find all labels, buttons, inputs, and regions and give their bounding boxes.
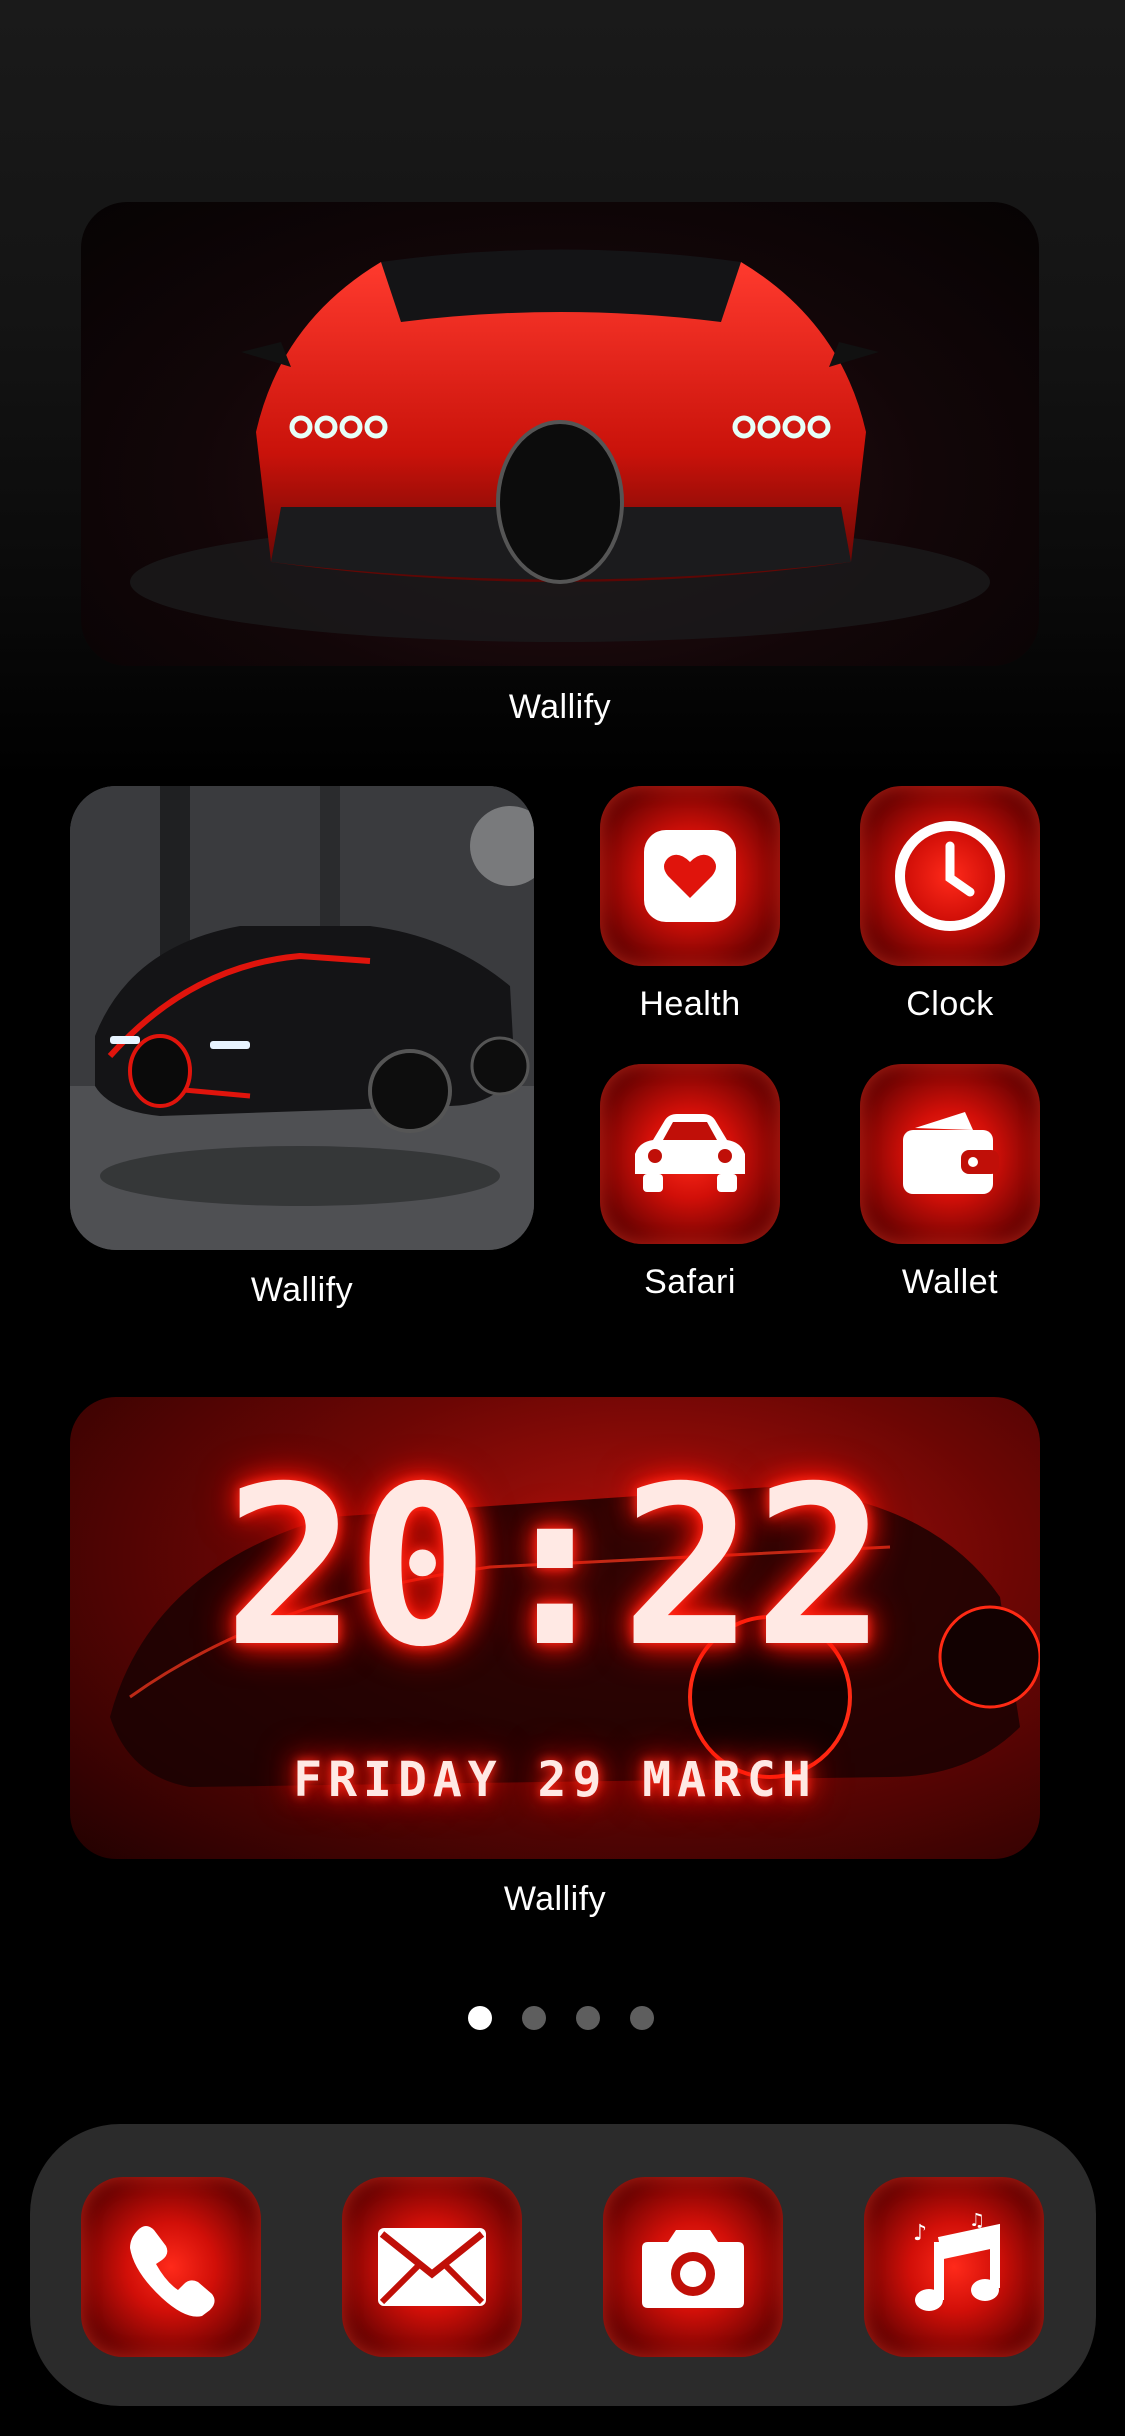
- page-dot-1[interactable]: [468, 2006, 492, 2030]
- health-app-label: Health: [639, 985, 741, 1023]
- hypercar-front-image: [130, 249, 990, 642]
- camera-icon: [642, 2230, 744, 2308]
- clock-time: 20:22: [223, 1439, 887, 1695]
- health-heart-icon: [644, 830, 736, 922]
- garage-widget-label: Wallify: [250, 1271, 354, 1309]
- dock-mail-app[interactable]: [342, 2177, 522, 2357]
- safari-app-label: Safari: [644, 1263, 736, 1301]
- mail-icon: [378, 2228, 486, 2306]
- wallify-garage-widget[interactable]: [70, 786, 534, 1250]
- hero-widget-label: Wallify: [508, 688, 612, 726]
- page-dot-4[interactable]: [630, 2006, 654, 2030]
- clock-date: FRIDAY 29 MARCH: [293, 1752, 817, 1808]
- dock-music-app[interactable]: ♪ ♫: [864, 2177, 1044, 2357]
- page-dot-3[interactable]: [576, 2006, 600, 2030]
- page-indicator[interactable]: [0, 2004, 1125, 2032]
- svg-text:♪: ♪: [913, 2221, 927, 2246]
- clock-icon: [895, 821, 1005, 931]
- dock-phone-app[interactable]: [81, 2177, 261, 2357]
- safari-app-icon[interactable]: [600, 1064, 780, 1244]
- clock-app-label: Clock: [906, 985, 994, 1023]
- wallet-app-icon[interactable]: [860, 1064, 1040, 1244]
- wallify-hero-widget[interactable]: [81, 202, 1039, 666]
- wallet-icon: [903, 1112, 999, 1194]
- wallify-clock-widget[interactable]: 20:22 FRIDAY 29 MARCH: [70, 1397, 1040, 1859]
- svg-text:♫: ♫: [969, 2212, 985, 2231]
- clock-app-icon[interactable]: [860, 786, 1040, 966]
- dock-camera-app[interactable]: [603, 2177, 783, 2357]
- car-icon: [635, 1114, 745, 1192]
- music-icon: ♪ ♫: [913, 2212, 1000, 2311]
- wallet-app-label: Wallet: [901, 1263, 999, 1301]
- hypercar-garage-image: [70, 786, 534, 1250]
- page-dot-2[interactable]: [522, 2006, 546, 2030]
- health-app-icon[interactable]: [600, 786, 780, 966]
- phone-icon: [130, 2226, 215, 2317]
- clock-widget-label: Wallify: [503, 1880, 607, 1918]
